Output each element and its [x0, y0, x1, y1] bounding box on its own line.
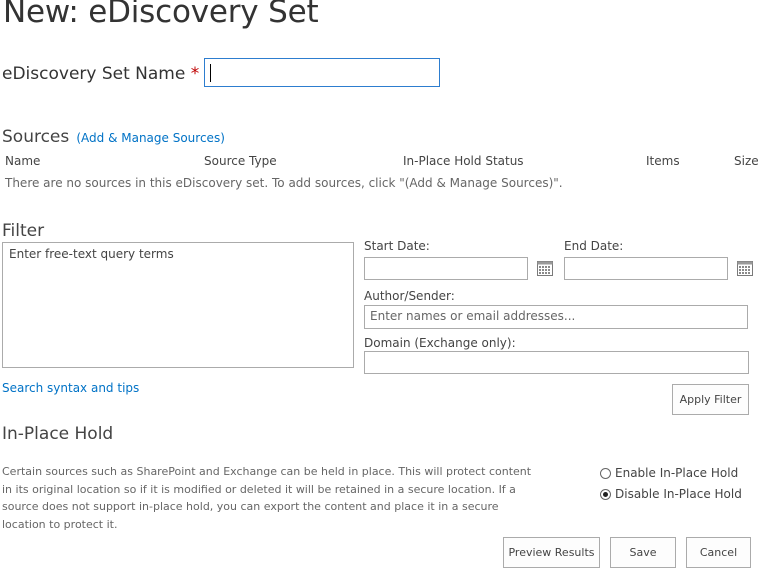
end-date-input[interactable] [564, 257, 728, 280]
author-sender-input[interactable]: Enter names or email addresses... [364, 305, 748, 329]
page-title: New: eDiscovery Set [3, 0, 319, 30]
text-cursor [210, 64, 211, 82]
domain-input[interactable] [364, 351, 749, 374]
in-place-hold-title: In-Place Hold [2, 424, 114, 444]
author-sender-placeholder: Enter names or email addresses... [370, 309, 576, 323]
enable-hold-label[interactable]: Enable In-Place Hold [615, 466, 738, 480]
search-syntax-link[interactable]: Search syntax and tips [2, 381, 139, 395]
start-date-input[interactable] [364, 257, 528, 280]
cancel-button[interactable]: Cancel [686, 537, 751, 568]
column-header-items[interactable]: Items [646, 154, 680, 168]
author-sender-label: Author/Sender: [364, 289, 455, 303]
enable-hold-option[interactable]: Enable In-Place Hold [600, 466, 738, 480]
column-header-size[interactable]: Size [734, 154, 759, 168]
domain-label: Domain (Exchange only): [364, 336, 516, 350]
end-date-label: End Date: [564, 239, 624, 253]
end-date-calendar-icon[interactable] [737, 260, 753, 280]
save-button[interactable]: Save [610, 537, 676, 568]
column-header-hold-status[interactable]: In-Place Hold Status [403, 154, 524, 168]
preview-results-button[interactable]: Preview Results [503, 537, 600, 568]
column-header-name[interactable]: Name [5, 154, 40, 168]
set-name-label: eDiscovery Set Name * [2, 64, 199, 84]
enable-hold-radio[interactable] [600, 467, 611, 479]
start-date-label: Start Date: [364, 239, 430, 253]
required-marker: * [190, 64, 200, 84]
sources-header: Sources (Add & Manage Sources) [2, 127, 225, 147]
query-placeholder: Enter free-text query terms [9, 247, 174, 261]
in-place-hold-description: Certain sources such as SharePoint and E… [2, 465, 532, 531]
start-date-calendar-icon[interactable] [537, 260, 553, 280]
sources-empty-message: There are no sources in this eDiscovery … [5, 176, 563, 190]
apply-filter-button[interactable]: Apply Filter [672, 384, 749, 415]
disable-hold-option[interactable]: Disable In-Place Hold [600, 487, 742, 501]
column-header-source-type[interactable]: Source Type [204, 154, 277, 168]
sources-title: Sources [2, 127, 70, 147]
set-name-label-text: eDiscovery Set Name [2, 64, 186, 84]
disable-hold-radio[interactable] [600, 488, 611, 500]
query-textarea[interactable]: Enter free-text query terms [2, 242, 354, 368]
filter-title: Filter [2, 221, 45, 241]
add-manage-sources-link[interactable]: (Add & Manage Sources) [76, 131, 225, 145]
set-name-input[interactable] [204, 58, 440, 87]
disable-hold-label[interactable]: Disable In-Place Hold [615, 487, 742, 501]
